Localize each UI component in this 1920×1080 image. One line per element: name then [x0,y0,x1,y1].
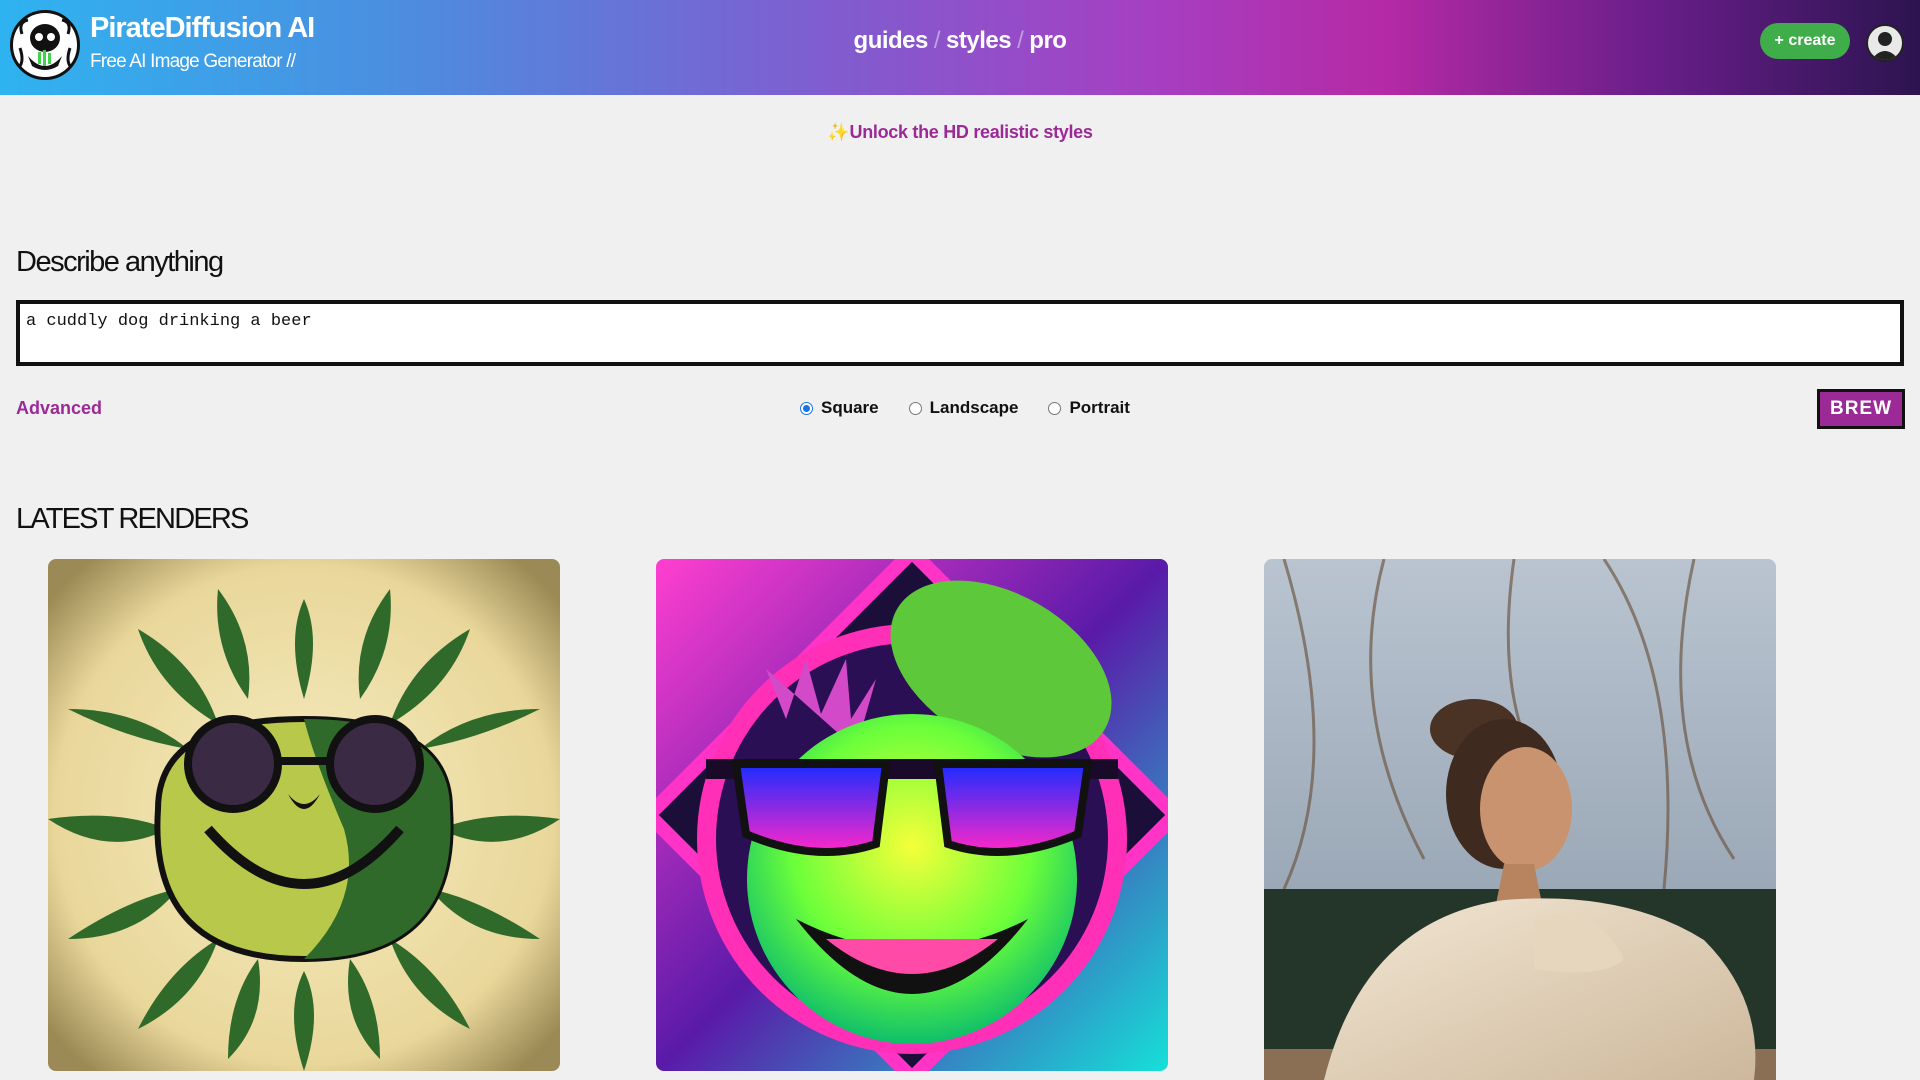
render-image [1264,559,1776,1080]
orientation-square-label: Square [821,398,879,417]
render-thumbnail[interactable] [48,559,560,1071]
render-image [48,559,560,1071]
orientation-landscape-label: Landscape [929,398,1019,417]
orientation-portrait-label: Portrait [1069,398,1130,417]
orientation-portrait[interactable]: Portrait [1048,398,1130,418]
orientation-square[interactable]: Square [800,398,879,418]
main-nav: guides / styles / pro [0,27,1920,55]
nav-separator: / [933,27,941,54]
prompt-input[interactable]: a cuddly dog drinking a beer [16,300,1904,366]
advanced-link[interactable]: Advanced [16,398,102,419]
orientation-landscape[interactable]: Landscape [908,398,1019,418]
nav-separator: / [1017,27,1024,54]
radio-landscape[interactable] [908,401,922,415]
describe-heading: Describe anything [16,246,224,278]
nav-pro[interactable]: pro [1029,27,1067,54]
create-button[interactable]: + create [1760,23,1850,59]
promo-link[interactable]: ✨Unlock the HD realistic styles [0,122,1920,143]
nav-styles[interactable]: styles [946,27,1012,54]
render-image [656,559,1168,1071]
latest-renders-heading: LATEST RENDERS [16,503,249,535]
promo-text: Unlock the HD realistic styles [849,122,1093,142]
nav-guides[interactable]: guides [854,27,929,54]
radio-portrait[interactable] [1048,401,1062,415]
top-header: PirateDiffusion AI Free AI Image Generat… [0,0,1920,95]
render-thumbnail[interactable] [656,559,1168,1071]
brew-button[interactable]: BREW [1817,389,1905,429]
radio-square[interactable] [800,401,813,415]
sparkle-icon: ✨ [827,122,850,142]
user-avatar-icon[interactable] [1866,24,1904,62]
render-thumbnail[interactable] [1264,559,1776,1080]
orientation-selector: Square Landscape Portrait [800,398,1130,418]
